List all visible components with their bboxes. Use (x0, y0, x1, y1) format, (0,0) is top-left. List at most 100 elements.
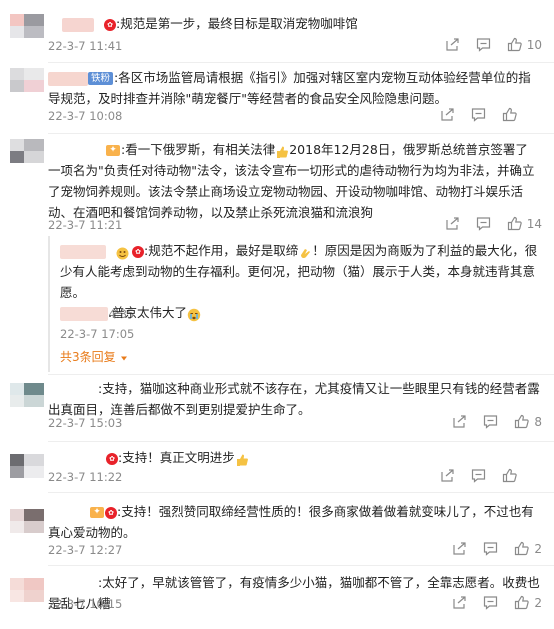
fan-badge: 铁粉 (88, 72, 114, 85)
comment-content: ✿:规范是第一步，最终目标是取消宠物咖啡馆 (48, 13, 540, 34)
like-count: 2 (534, 541, 542, 556)
username[interactable] (48, 382, 98, 397)
member-badge-icon: ✦ (90, 507, 104, 518)
reply-button[interactable] (483, 595, 498, 610)
comment-text: :支持，猫咖这种商业形式就不该存在，尤其疫情又让一些眼里只有钱的经营者露出真面目… (48, 381, 540, 417)
more-replies-link[interactable]: 共3条回复 (60, 348, 128, 365)
share-icon (441, 469, 454, 482)
comment-time: 22-3-7 10:15 (48, 597, 123, 611)
comment-actions: 14 (429, 216, 542, 231)
comment-actions: 2 (436, 541, 542, 556)
like-button[interactable]: 8 (514, 414, 542, 429)
share-button[interactable] (452, 541, 467, 556)
reply-content: .普京太伟大了 (60, 302, 540, 323)
username[interactable] (48, 451, 106, 466)
comment-content: ✦:看一下俄罗斯，有相关法律 2018年12月28日，俄罗斯总统普京签署了一项名为… (48, 139, 540, 223)
comment-actions: 2 (436, 595, 542, 610)
avatar[interactable] (10, 509, 44, 533)
comment-content: ✦ ✿:支持！强烈赞同取缔经营性质的！很多商家做着做着就变味儿了，不过也有真心爱动… (48, 501, 540, 543)
share-button[interactable] (440, 107, 455, 122)
like-button[interactable]: 2 (514, 541, 542, 556)
comment-time: 22-3-7 12:27 (48, 543, 123, 557)
username[interactable] (62, 17, 94, 32)
share-icon (446, 217, 459, 230)
reply-button[interactable] (483, 541, 498, 556)
like-button[interactable]: 14 (507, 216, 542, 231)
share-icon (453, 596, 466, 609)
comment-item: 铁粉:各区市场监管局请根据《指引》加强对辖区室内宠物互动体验经营单位的指导规范，… (0, 63, 554, 133)
reply-thread: ✿:规范不起作用，最好是取缔 ！原因是因为商贩为了利益的最大化，很少有人能考虑到动… (48, 236, 540, 372)
like-button[interactable] (502, 107, 522, 122)
comment-item: ✿:支持！真正文明进步 22-3-7 11:22 (0, 442, 554, 492)
avatar[interactable] (10, 578, 44, 602)
comment-icon (476, 217, 490, 231)
avatar[interactable] (10, 383, 44, 407)
share-button[interactable] (445, 216, 460, 231)
reply-button[interactable] (476, 37, 491, 52)
member-badge-icon: ✿ (105, 506, 117, 519)
comment-item: :太好了，早就该管管了，有疫情多少小猫，猫咖都不管了，全靠志愿者。收费也是乱七八… (0, 566, 554, 629)
like-button[interactable] (502, 468, 522, 483)
username[interactable] (48, 505, 90, 520)
reply-text-part-a: :规范不起作用，最好是取缔 (144, 243, 299, 258)
like-button[interactable]: 2 (514, 595, 542, 610)
comment-time: 22-3-7 11:21 (48, 218, 123, 232)
username[interactable] (48, 576, 98, 591)
comment-icon (484, 596, 498, 610)
reply-item: .普京太伟大了 22-3-7 17:05 (60, 302, 540, 341)
share-button[interactable] (452, 414, 467, 429)
comment-time: 22-3-7 15:03 (48, 416, 123, 430)
share-button[interactable] (452, 595, 467, 610)
comment-actions: 8 (436, 414, 542, 429)
comment-actions (424, 468, 542, 483)
comment-icon (471, 469, 486, 483)
comment-time: 22-3-7 11:41 (48, 39, 123, 53)
avatar[interactable] (10, 139, 44, 163)
reply-button[interactable] (471, 468, 486, 483)
comment-content: 铁粉:各区市场监管局请根据《指引》加强对辖区室内宠物互动体验经营单位的指导规范，… (48, 67, 540, 109)
reply-button[interactable] (476, 216, 491, 231)
reply-username[interactable] (60, 306, 108, 321)
reply-text: .普京太伟大了 (108, 305, 187, 320)
member-badge-icon: ✿ (132, 245, 144, 258)
like-count: 10 (526, 37, 542, 52)
member-badge-icon: ✿ (106, 452, 118, 465)
like-button[interactable]: 10 (507, 37, 542, 52)
comment-item: :支持，猫咖这种商业形式就不该存在，尤其疫情又让一些眼里只有钱的经营者露出真面目… (0, 375, 554, 441)
avatar[interactable] (10, 68, 44, 92)
share-button[interactable] (440, 468, 455, 483)
clap-emoji-icon (298, 245, 312, 259)
reply-button[interactable] (471, 107, 486, 122)
reply-username[interactable] (60, 244, 106, 259)
comment-icon (484, 542, 498, 556)
more-down-icon (120, 356, 127, 360)
thumbs-emoji-icon (275, 144, 289, 158)
comment-text: :规范是第一步，最终目标是取消宠物咖啡馆 (116, 16, 358, 31)
reply-time: 22-3-7 17:05 (60, 327, 135, 341)
comment-actions (424, 107, 542, 122)
like-icon (502, 107, 517, 122)
username[interactable] (48, 143, 106, 158)
avatar[interactable] (10, 14, 44, 38)
like-icon (515, 541, 530, 556)
comment-time: 22-3-7 11:22 (48, 470, 123, 484)
like-count: 14 (526, 216, 542, 231)
like-count: 8 (534, 414, 542, 429)
comment-text: :各区市场监管局请根据《指引》加强对辖区室内宠物互动体验经营单位的指导规范，及时… (48, 70, 531, 106)
member-badge-icon: ✦ (106, 145, 120, 156)
thumbs-up-emoji-icon (235, 452, 249, 466)
reply-content: ✿:规范不起作用，最好是取缔 ！原因是因为商贩为了利益的最大化，很少有人能考虑到动… (60, 240, 540, 303)
like-icon (515, 595, 530, 610)
comment-content: ✿:支持！真正文明进步 (48, 447, 540, 468)
like-count: 2 (534, 595, 542, 610)
face-emoji-icon (116, 245, 130, 259)
avatar[interactable] (10, 454, 44, 478)
share-button[interactable] (445, 37, 460, 52)
comment-item: ✦:看一下俄罗斯，有相关法律 2018年12月28日，俄罗斯总统普京签署了一项名为… (0, 134, 554, 374)
comment-time: 22-3-7 10:08 (48, 109, 123, 123)
share-icon (453, 415, 466, 428)
reply-button[interactable] (483, 414, 498, 429)
comment-item: ✿:规范是第一步，最终目标是取消宠物咖啡馆 22-3-7 11:41 10 (0, 0, 554, 62)
share-icon (453, 542, 466, 555)
username[interactable] (48, 71, 88, 86)
